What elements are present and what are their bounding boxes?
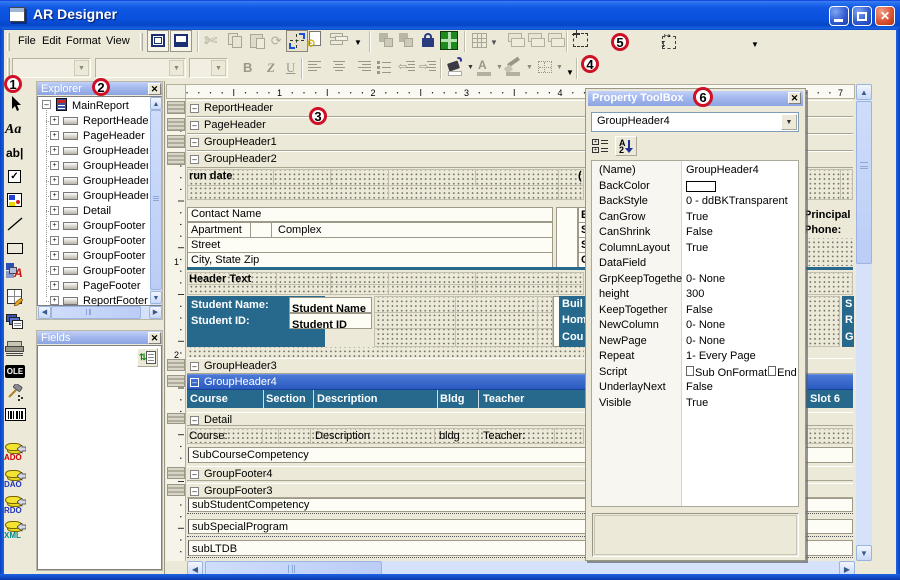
svg-text:2: 2 xyxy=(370,88,375,98)
svg-text:4: 4 xyxy=(557,88,562,98)
svg-text:7: 7 xyxy=(838,88,843,98)
svg-text:1: 1 xyxy=(277,88,282,98)
svg-text:1: 1 xyxy=(174,257,179,267)
svg-text:3: 3 xyxy=(464,88,469,98)
